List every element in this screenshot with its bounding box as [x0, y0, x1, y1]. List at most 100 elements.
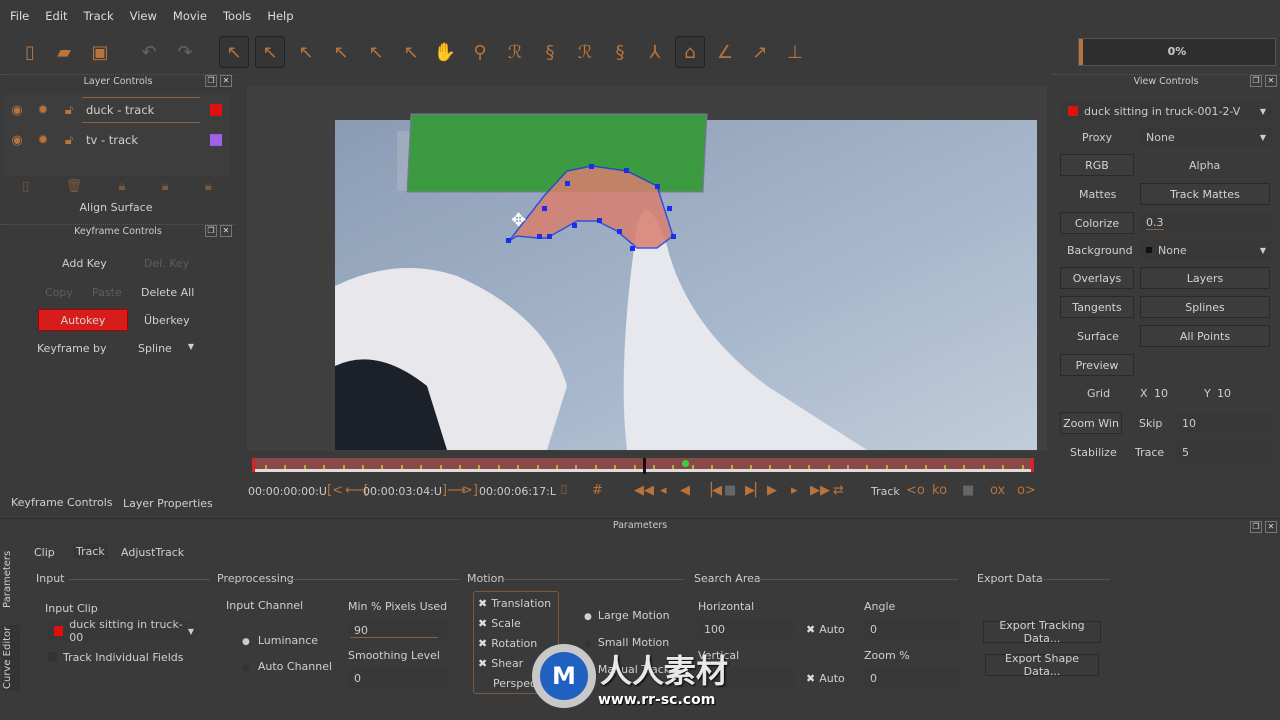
spline-b-icon[interactable]: ℛ [570, 36, 600, 68]
splines-button[interactable]: Splines [1140, 296, 1270, 318]
stop-icon[interactable]: ■ [724, 483, 736, 498]
angle-icon[interactable]: ∠ [710, 36, 740, 68]
new-file-icon[interactable]: ▯ [15, 36, 45, 68]
timeline-bar[interactable] [252, 458, 1034, 474]
menu-edit[interactable]: Edit [45, 9, 67, 23]
layer-color-swatch[interactable] [210, 104, 222, 116]
copy-button[interactable]: Copy [45, 286, 73, 299]
prev-key-icon[interactable]: ◂ [660, 483, 667, 498]
tab-clip[interactable]: Clip [34, 546, 55, 559]
clip-select[interactable]: duck sitting in truck-001-2-V ▼ [1062, 101, 1272, 121]
lock-all-icon[interactable]: 🔒︎ [162, 179, 169, 201]
colorize-button[interactable]: Colorize [1060, 212, 1134, 234]
track-stop-icon[interactable]: ■ [962, 483, 974, 498]
tab-adjust-track[interactable]: AdjustTrack [121, 546, 184, 559]
proxy-select[interactable]: None ▼ [1140, 127, 1272, 147]
select-b-icon[interactable]: ↖ [255, 36, 285, 68]
transform-icon[interactable]: ⅄ [640, 36, 670, 68]
keyframe-by-select[interactable]: Spline ▼ [138, 342, 194, 355]
step-forward-icon[interactable]: ▶▏ [745, 483, 765, 498]
float-icon[interactable]: ❐ [205, 75, 217, 87]
menu-movie[interactable]: Movie [173, 9, 207, 23]
tab-layer-properties[interactable]: Layer Properties [123, 497, 213, 510]
align-surface-button[interactable]: Align Surface [0, 201, 232, 214]
layer-color-swatch[interactable] [210, 134, 222, 146]
spline-x-icon[interactable]: ℛ [500, 36, 530, 68]
background-select[interactable]: None ▼ [1140, 240, 1272, 260]
keyframe-marker[interactable] [681, 460, 689, 467]
alpha-button[interactable]: Alpha [1189, 159, 1220, 172]
current-time[interactable]: 00:00:03:04:U [363, 485, 442, 498]
layer-row[interactable]: ◉ ✹ 🔓︎ duck - track [4, 96, 232, 124]
add-point-icon[interactable]: ↖ [396, 36, 426, 68]
preview-button[interactable]: Preview [1060, 354, 1134, 376]
select-i-icon[interactable]: ↖ [291, 36, 321, 68]
spline-add-b-icon[interactable]: § [605, 36, 635, 68]
unlock-all-icon[interactable]: 🔒︎ [205, 179, 212, 201]
zoom-icon[interactable]: ⚲ [465, 36, 495, 68]
add-key-button[interactable]: Add Key [62, 257, 107, 270]
overlays-button[interactable]: Overlays [1060, 267, 1134, 289]
colorize-input[interactable]: 0.3 [1140, 213, 1272, 233]
menu-help[interactable]: Help [267, 9, 293, 23]
horizontal-auto-checkbox[interactable]: ✖ Auto [806, 623, 845, 636]
tab-curve-editor[interactable]: Curve Editor [2, 625, 20, 691]
grid-y-input[interactable]: 10 [1217, 387, 1231, 400]
close-icon[interactable]: ✕ [1265, 521, 1277, 533]
translation-checkbox[interactable]: ✖ Translation [478, 597, 551, 610]
menu-file[interactable]: File [10, 9, 29, 23]
shear-checkbox[interactable]: ✖ Shear [478, 657, 523, 670]
large-motion-radio[interactable]: ● Large Motion [584, 609, 670, 622]
frame-grid-icon[interactable]: # [592, 483, 603, 498]
viewer[interactable]: ✥ [247, 86, 1047, 451]
select-e-icon[interactable]: ↖ [326, 36, 356, 68]
rgb-button[interactable]: RGB [1060, 154, 1134, 176]
track-mattes-button[interactable]: Track Mattes [1140, 183, 1270, 205]
pan-hand-icon[interactable]: ✋ [430, 36, 460, 68]
zoom-win-button[interactable]: Zoom Win [1060, 412, 1122, 434]
tab-track[interactable]: Track [73, 544, 108, 559]
tab-keyframe-controls[interactable]: Keyframe Controls [11, 496, 113, 509]
float-icon[interactable]: ❐ [1250, 75, 1262, 87]
zoom-input[interactable]: 0 [864, 668, 960, 688]
export-shape-button[interactable]: Export Shape Data... [985, 652, 1099, 678]
close-icon[interactable]: ✕ [1265, 75, 1277, 87]
float-icon[interactable]: ❐ [205, 225, 217, 237]
layer-name[interactable]: duck - track [82, 97, 200, 123]
luminance-radio[interactable]: ● Luminance [242, 634, 318, 647]
input-clip-select[interactable]: duck sitting in truck-00 ▼ [48, 618, 198, 644]
in-time[interactable]: 00:00:00:00:U [248, 485, 327, 498]
smoothing-input[interactable]: 0 [348, 668, 448, 688]
all-points-button[interactable]: All Points [1140, 325, 1270, 347]
float-icon[interactable]: ❐ [1250, 521, 1262, 533]
play-icon[interactable]: ▶ [767, 483, 777, 498]
select-a-icon[interactable]: ↖ [361, 36, 391, 68]
auto-channel-radio[interactable]: ● Auto Channel [242, 660, 332, 673]
skip-input[interactable]: 10 [1176, 413, 1272, 433]
uberkey-button[interactable]: Überkey [144, 314, 190, 327]
arrow-icon[interactable]: ↗ [745, 36, 775, 68]
save-icon[interactable]: ▣ [85, 36, 115, 68]
new-layer-icon[interactable]: ▯ [22, 179, 29, 201]
close-icon[interactable]: ✕ [220, 225, 232, 237]
scale-checkbox[interactable]: ✖ Scale [478, 617, 521, 630]
gear-icon[interactable]: ✹ [30, 133, 56, 148]
angle-input[interactable]: 0 [864, 619, 960, 639]
track-forward-icon[interactable]: o> [1017, 483, 1036, 498]
go-to-in-icon[interactable]: [< [327, 483, 343, 498]
track-fields-checkbox[interactable]: Track Individual Fields [48, 651, 183, 664]
autokey-button[interactable]: Autokey [38, 309, 128, 331]
gear-icon[interactable]: ✹ [30, 103, 56, 118]
delete-all-button[interactable]: Delete All [141, 286, 194, 299]
last-frame-icon[interactable]: ▶▶ [810, 483, 830, 498]
open-folder-icon[interactable]: ▰ [49, 36, 79, 68]
play-backward-icon[interactable]: ◀ [680, 483, 690, 498]
tab-parameters[interactable]: Parameters [2, 549, 20, 609]
checkbox[interactable] [48, 652, 57, 661]
loop-icon[interactable]: ⇄ [833, 483, 844, 498]
fit-range-icon[interactable]: ⌷ [560, 483, 568, 498]
track-back-frame-icon[interactable]: ko [932, 483, 947, 498]
menu-track[interactable]: Track [84, 9, 114, 23]
horizontal-input[interactable]: 100 [698, 619, 794, 639]
redo-icon[interactable]: ↷ [170, 36, 200, 68]
